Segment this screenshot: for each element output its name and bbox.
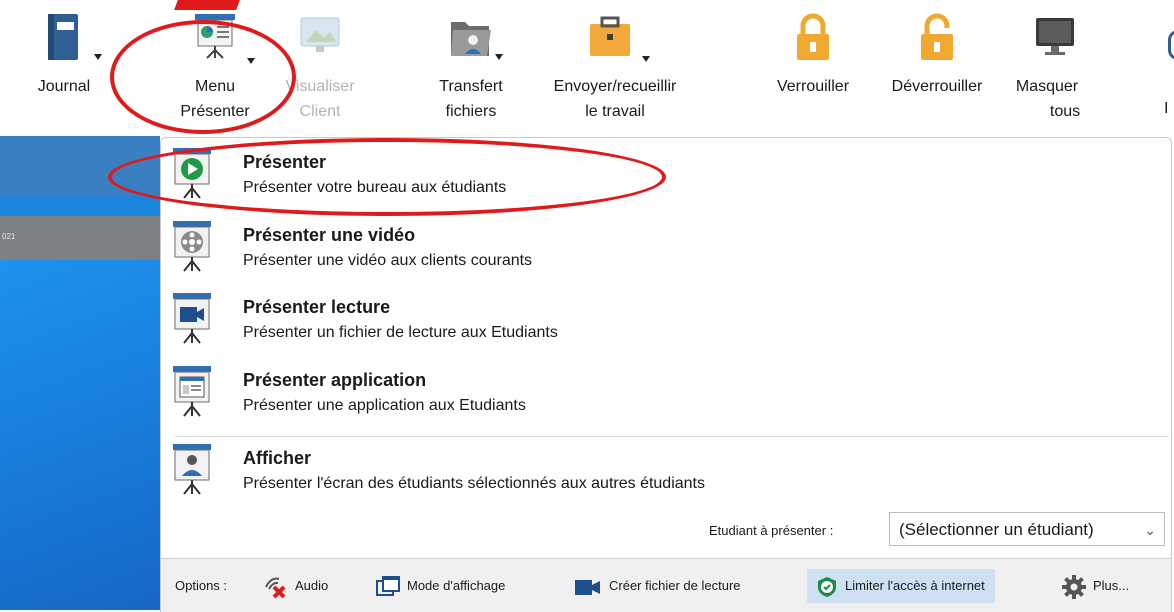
mode-affichage-option[interactable]: Mode d'affichage: [375, 573, 505, 599]
menu-item-presenter-lecture[interactable]: Présenter lecture Présenter un fichier d…: [161, 287, 1171, 359]
limiter-label: Limiter l'accès à internet: [845, 578, 985, 593]
options-bar: Options : Audio Mode d'affichage Créer f…: [161, 558, 1171, 612]
student-screen-icon: [173, 444, 211, 495]
monitor-view-icon: [300, 17, 340, 52]
mode-affichage-label: Mode d'affichage: [407, 578, 506, 593]
menu-item-presenter-video[interactable]: Présenter une vidéo Présenter une vidéo …: [161, 215, 1171, 287]
menu-item-desc: Présenter une application aux Etudiants: [243, 397, 526, 414]
padlock-open-icon: [921, 13, 953, 60]
menu-item-desc: Présenter l'écran des étudiants sélectio…: [243, 475, 705, 492]
verrouiller-button[interactable]: Verrouiller: [758, 0, 868, 132]
transfert-label-line1: Transfert: [439, 78, 503, 95]
envoyer-label-line1: Envoyer/recueillir: [553, 78, 677, 95]
envoyer-label-line2: le travail: [585, 103, 645, 120]
journal-book-icon: [48, 14, 78, 60]
menu-item-title: Présenter une vidéo: [243, 225, 416, 245]
masquer-label-line2: tous: [1049, 103, 1081, 120]
menu-presenter-label-line2: Présenter: [180, 103, 250, 120]
film-reel-icon: [173, 221, 211, 272]
annotation-arrow-tip: [174, 0, 240, 10]
monitor-blank-icon: [1036, 18, 1074, 55]
menu-item-presenter-application[interactable]: Présenter application Présenter une appl…: [161, 360, 1171, 432]
partial-label: I: [1164, 100, 1169, 117]
transfert-dropdown-arrow[interactable]: [495, 54, 503, 60]
visualiser-client-label-line1: Visualiser: [285, 78, 355, 95]
menu-separator: [175, 436, 1169, 437]
menu-item-desc: Présenter un fichier de lecture aux Etud…: [243, 324, 558, 341]
background-timeline-strip: 021: [0, 216, 160, 260]
menu-item-desc: Présenter votre bureau aux étudiants: [243, 179, 507, 196]
audio-muted-icon: [265, 577, 286, 598]
presenter-dropdown-menu: Présenter Présenter votre bureau aux étu…: [160, 137, 1172, 612]
background-desktop: [0, 260, 160, 610]
menu-presenter-dropdown-arrow[interactable]: [247, 58, 255, 64]
creer-fichier-lecture-option[interactable]: Créer fichier de lecture: [573, 573, 741, 599]
visualiser-client-label-line2: Client: [299, 103, 341, 120]
background-header-bar: [0, 136, 160, 196]
shield-check-icon: [818, 576, 836, 597]
gear-icon: [1062, 574, 1086, 599]
verrouiller-label: Verrouiller: [776, 78, 850, 95]
menu-presenter-label-line1: Menu: [194, 78, 236, 95]
ribbon-toolbar: Journal Menu Présenter Visualiser Client: [0, 0, 1174, 136]
menu-item-title: Présenter lecture: [243, 297, 391, 317]
options-label: Options :: [175, 578, 228, 593]
student-select-dropdown[interactable]: (Sélectionner un étudiant) ⌄: [889, 512, 1165, 546]
visualiser-client-button[interactable]: Visualiser Client: [270, 0, 370, 132]
menu-item-afficher[interactable]: Afficher Présenter l'écran des étudiants…: [161, 438, 1171, 510]
creer-fichier-label: Créer fichier de lecture: [609, 578, 741, 593]
padlock-closed-icon: [797, 13, 829, 60]
journal-button[interactable]: Journal: [22, 0, 106, 132]
next-toolbar-button-partial[interactable]: I: [1160, 0, 1174, 132]
video-camera-icon: [575, 579, 600, 595]
menu-presenter-button[interactable]: Menu Présenter: [165, 0, 265, 132]
envoyer-dropdown-arrow[interactable]: [642, 56, 650, 62]
presentation-board-icon: [195, 14, 235, 59]
play-presentation-icon: [173, 148, 211, 199]
deverrouiller-button[interactable]: Déverrouiller: [872, 0, 1002, 132]
student-select-row: Etudiant à présenter : (Sélectionner un …: [161, 510, 1171, 550]
audio-option[interactable]: Audio: [263, 573, 328, 599]
menu-item-desc: Présenter une vidéo aux clients courants: [243, 252, 533, 269]
menu-item-title: Présenter: [243, 152, 327, 172]
background-window: 021: [0, 136, 160, 610]
masquer-tous-button[interactable]: Masquer tous: [1005, 0, 1105, 132]
audio-label: Audio: [295, 578, 329, 593]
folder-user-icon: [451, 22, 491, 56]
journal-dropdown-arrow[interactable]: [94, 54, 102, 60]
video-camera-icon: [173, 293, 211, 344]
menu-item-presenter[interactable]: Présenter Présenter votre bureau aux étu…: [161, 142, 1171, 214]
strip-text: 021: [2, 232, 16, 241]
plus-option[interactable]: Plus...: [1061, 573, 1129, 599]
partial-icon-edge: [1168, 30, 1174, 60]
student-select-value: (Sélectionner un étudiant): [899, 520, 1094, 539]
plus-label: Plus...: [1093, 578, 1130, 593]
briefcase-icon: [590, 16, 630, 56]
chevron-down-icon: ⌄: [1144, 522, 1156, 538]
student-select-label: Etudiant à présenter :: [709, 523, 834, 538]
journal-label: Journal: [37, 78, 91, 95]
masquer-label-line1: Masquer: [1015, 78, 1079, 95]
transfert-fichiers-button[interactable]: Transfert fichiers: [425, 0, 517, 132]
display-mode-icon: [376, 575, 400, 596]
limiter-acces-internet-option[interactable]: Limiter l'accès à internet: [807, 569, 995, 603]
menu-item-title: Présenter application: [243, 370, 427, 390]
deverrouiller-label: Déverrouiller: [891, 78, 983, 95]
transfert-label-line2: fichiers: [445, 103, 497, 120]
menu-item-title: Afficher: [243, 448, 312, 468]
application-window-icon: [173, 366, 211, 417]
envoyer-recueillir-button[interactable]: Envoyer/recueillir le travail: [530, 0, 700, 132]
